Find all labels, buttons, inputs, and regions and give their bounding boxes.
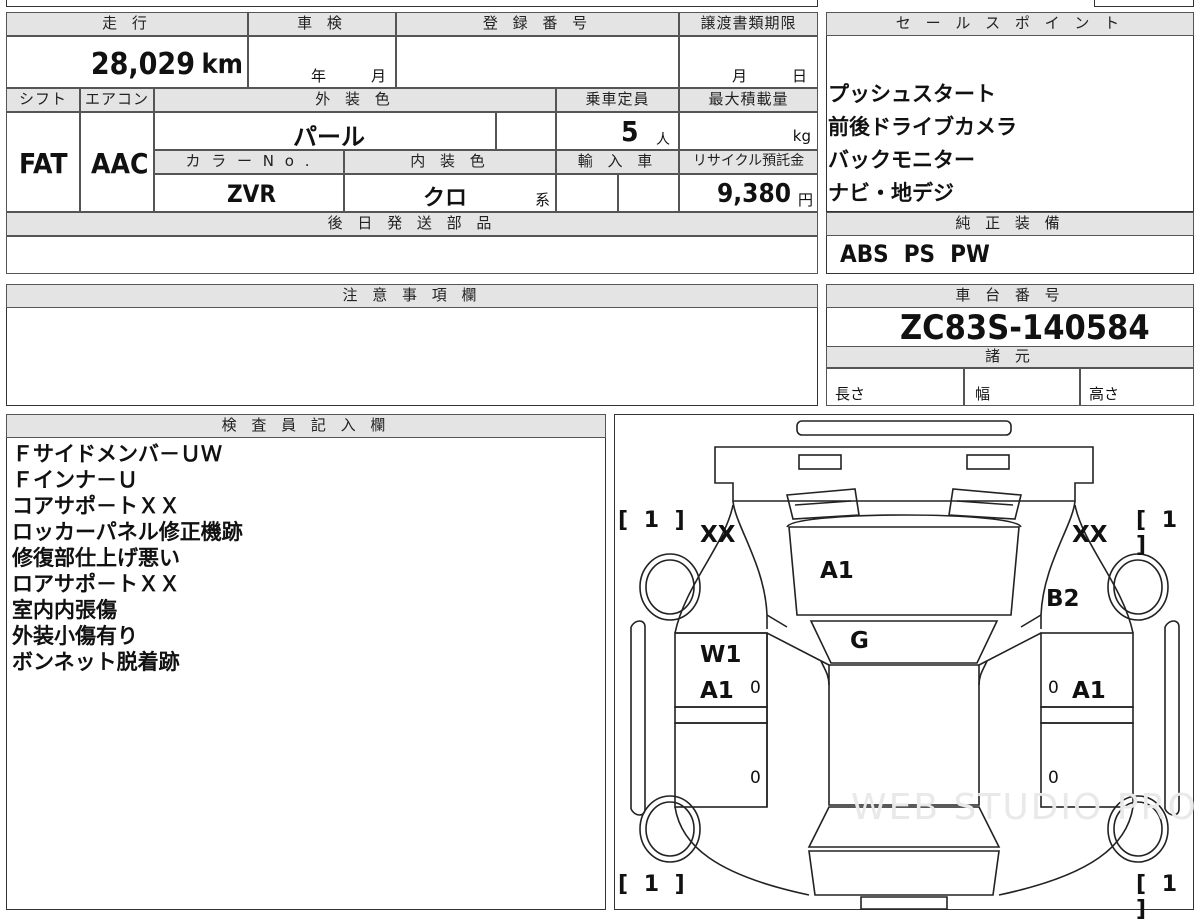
zero-right-rear: 0 — [1048, 768, 1059, 788]
inspector-note: 室内内張傷 — [12, 598, 117, 622]
registration-cell — [396, 36, 679, 88]
registration-header: 登 録 番 号 — [396, 12, 679, 36]
mark-right-front-door: A1 — [1072, 678, 1106, 704]
recycle-cell: 9,380 円 — [679, 174, 818, 212]
mileage-header: 走 行 — [6, 12, 248, 36]
tire-bracket-rear-left: [ 1 ] — [618, 872, 689, 897]
mileage-cell: 28,029 km — [6, 36, 248, 88]
zero-left-front: 0 — [750, 678, 761, 698]
transfer-deadline-header: 譲渡書類期限 — [679, 12, 818, 36]
capacity-header: 乗車定員 — [556, 88, 679, 112]
equipment-header: 純 正 装 備 — [826, 212, 1194, 236]
max-load-header: 最大積載量 — [679, 88, 818, 112]
interior-color-cell: クロ 系 — [344, 174, 556, 212]
shift-cell: FAT — [6, 112, 80, 212]
mark-left-front-door-1: W1 — [700, 642, 742, 668]
import-cell-b — [618, 174, 679, 212]
sales-point-item: プッシュスタート — [828, 82, 996, 106]
inspector-notes-list: Ｆサイドメンバ－ＵＷ Ｆインナ－Ｕ コアサポ－トＸＸ ロッカーパネル修正機跡 修… — [12, 441, 243, 675]
recycle-unit: 円 — [797, 191, 813, 209]
ac-value: AAC — [91, 147, 149, 180]
mark-right-fender: B2 — [1046, 586, 1080, 612]
mark-left-front-door-2: A1 — [700, 678, 734, 704]
inspection-header: 車 検 — [248, 12, 396, 36]
sales-point-item: ナビ・地デジ — [828, 181, 954, 205]
tire-bracket-rear-right: [ 1 ] — [1136, 872, 1182, 922]
zero-right-front: 0 — [1048, 678, 1059, 698]
later-parts-cell — [6, 236, 818, 274]
mark-hood: A1 — [820, 558, 854, 584]
interior-color-value: クロ — [423, 186, 468, 211]
inspection-year-label: 年 — [311, 67, 327, 85]
inspection-month-label: 月 — [371, 67, 387, 85]
interior-color-header: 内 装 色 — [344, 150, 556, 174]
ac-header: エアコン — [80, 88, 154, 112]
mileage-unit: km — [201, 49, 243, 80]
inspector-note: 修復部仕上げ悪い — [12, 546, 180, 570]
capacity-unit: 人 — [656, 132, 670, 148]
sales-point-item: バックモニター — [828, 148, 975, 172]
exterior-color-cell: パール — [154, 112, 496, 151]
deadline-day-label: 日 — [792, 67, 808, 85]
sales-points-list: プッシュスタート 前後ドライブカメラ バックモニター ナビ・地デジ — [828, 78, 1017, 210]
inspection-cell: 年 月 — [248, 36, 396, 88]
chassis-number: ZC83S-140584 — [900, 308, 1150, 348]
capacity-cell: 5 人 — [556, 112, 679, 150]
sales-points-header: セ ー ル ス ポ イ ン ト — [826, 12, 1194, 36]
color-no-header: カ ラ ー N o . — [154, 150, 344, 174]
width-cell: 幅 — [964, 368, 1080, 406]
inspector-note: ボンネット脱着跡 — [12, 650, 180, 674]
ac-cell: AAC — [80, 112, 154, 212]
max-load-cell: kg — [679, 112, 818, 150]
shift-value: FAT — [19, 147, 68, 180]
width-label: 幅 — [975, 385, 991, 403]
zero-left-rear: 0 — [750, 768, 761, 788]
length-label: 長さ — [835, 385, 866, 403]
color-no-cell: ZVR — [154, 174, 344, 212]
inspector-note: コアサポ－トＸＸ — [12, 494, 180, 518]
equipment-value: ABS PS PW — [840, 240, 990, 268]
recycle-header: リサイクル預託金 — [679, 150, 818, 174]
top-right-cutoff-strip — [1094, 0, 1194, 7]
specs-header: 諸 元 — [826, 346, 1194, 368]
height-label: 高さ — [1089, 385, 1120, 403]
shift-header: シフト — [6, 88, 80, 112]
max-load-unit: kg — [792, 127, 811, 145]
inspector-note: ロアサポ－トＸＸ — [12, 572, 180, 596]
tire-bracket-front-left: [ 1 ] — [618, 508, 689, 533]
chassis-header: 車 台 番 号 — [826, 284, 1194, 308]
deadline-month-label: 月 — [732, 67, 748, 85]
inspector-note: ロッカーパネル修正機跡 — [12, 520, 243, 544]
later-parts-header: 後 日 発 送 部 品 — [6, 212, 818, 236]
inspector-header: 検 査 員 記 入 欄 — [6, 414, 606, 438]
length-cell: 長さ — [826, 368, 964, 406]
interior-color-suffix: 系 — [535, 191, 551, 209]
inspector-note: 外装小傷有り — [12, 624, 138, 648]
mark-front-left: XX — [700, 522, 736, 548]
exterior-color-value: パール — [293, 123, 365, 151]
mileage-value: 28,029 — [90, 47, 195, 82]
mark-windshield: G — [850, 628, 869, 654]
tire-bracket-front-right: [ 1 ] — [1136, 508, 1182, 558]
color-no-value: ZVR — [227, 180, 276, 208]
top-cutoff-strip — [6, 0, 818, 7]
exterior-color-extra-cell — [496, 112, 556, 150]
capacity-value: 5 — [621, 115, 639, 148]
mark-front-right: XX — [1072, 522, 1108, 548]
inspector-note: Ｆインナ－Ｕ — [12, 468, 138, 492]
import-cell-a — [556, 174, 618, 212]
sales-point-item: 前後ドライブカメラ — [828, 115, 1017, 139]
recycle-value: 9,380 — [717, 179, 791, 209]
exterior-color-header: 外 装 色 — [154, 88, 556, 112]
import-header: 輸 入 車 — [556, 150, 679, 174]
height-cell: 高さ — [1080, 368, 1194, 406]
notes-header: 注 意 事 項 欄 — [6, 284, 818, 308]
transfer-deadline-cell: 月 日 — [679, 36, 818, 88]
watermark: WEB STUDIO PRO — [851, 787, 1198, 828]
inspector-note: Ｆサイドメンバ－ＵＷ — [12, 442, 222, 466]
